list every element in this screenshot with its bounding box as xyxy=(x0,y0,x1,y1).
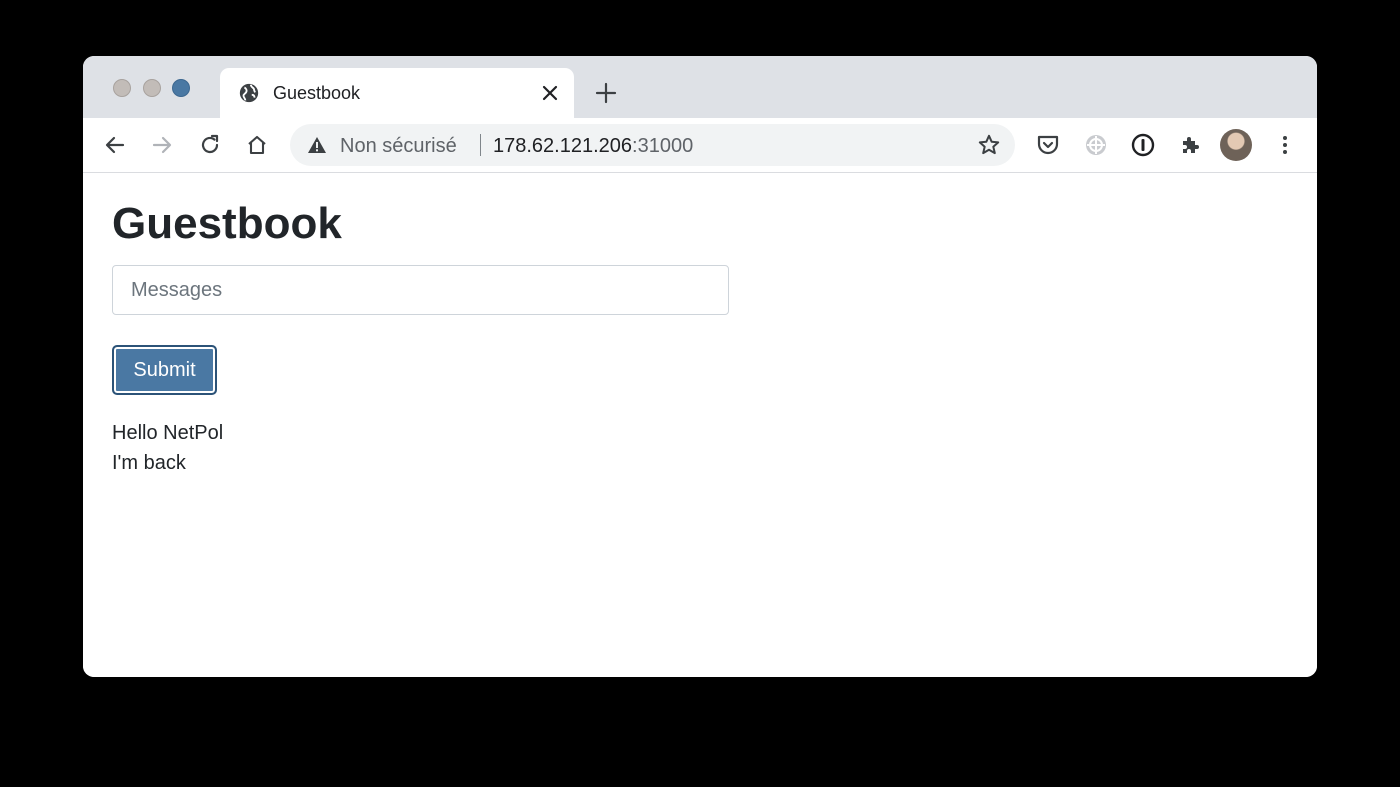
title-bar: Guestbook xyxy=(83,56,1317,118)
address-separator xyxy=(480,134,481,156)
globe-icon xyxy=(239,83,259,103)
forward-icon[interactable] xyxy=(150,133,174,157)
back-icon[interactable] xyxy=(103,133,127,157)
password-manager-icon[interactable] xyxy=(1131,133,1155,157)
home-icon[interactable] xyxy=(245,133,269,157)
browser-toolbar: Non sécurisé 178.62.121.206:31000 xyxy=(83,118,1317,173)
close-tab-icon[interactable] xyxy=(540,83,560,103)
page-content: Guestbook Submit Hello NetPol I'm back xyxy=(83,173,1317,677)
tab-guestbook[interactable]: Guestbook xyxy=(220,68,574,118)
minimize-window-button[interactable] xyxy=(143,79,161,97)
tab-title: Guestbook xyxy=(273,83,361,103)
maximize-window-button[interactable] xyxy=(172,79,190,97)
url-port: :31000 xyxy=(632,135,694,157)
puzzle-icon[interactable] xyxy=(1178,133,1202,157)
address-bar[interactable]: Non sécurisé 178.62.121.206:31000 xyxy=(290,124,1015,166)
page-title: Guestbook xyxy=(112,199,342,248)
close-window-button[interactable] xyxy=(113,79,131,97)
menu-icon[interactable] xyxy=(1273,133,1297,157)
extension-icon[interactable] xyxy=(1084,133,1108,157)
warning-icon[interactable] xyxy=(307,135,327,155)
submit-button[interactable]: Submit xyxy=(112,345,217,395)
entries-list: Hello NetPol I'm back xyxy=(112,418,223,478)
entry-item: Hello NetPol xyxy=(112,422,224,444)
entry-item: I'm back xyxy=(112,452,186,474)
reload-icon[interactable] xyxy=(198,133,222,157)
security-label[interactable]: Non sécurisé xyxy=(340,135,457,158)
url-text[interactable]: 178.62.121.206:31000 xyxy=(493,135,693,158)
bookmark-star-icon[interactable] xyxy=(977,133,1001,157)
new-tab-icon[interactable] xyxy=(595,82,617,104)
pocket-icon[interactable] xyxy=(1036,133,1060,157)
profile-avatar[interactable] xyxy=(1220,129,1252,161)
message-input[interactable] xyxy=(112,265,729,315)
browser-window: Guestbook Non sécurisé 178.62.121.206:31… xyxy=(83,56,1317,677)
url-host: 178.62.121.206 xyxy=(493,135,633,157)
